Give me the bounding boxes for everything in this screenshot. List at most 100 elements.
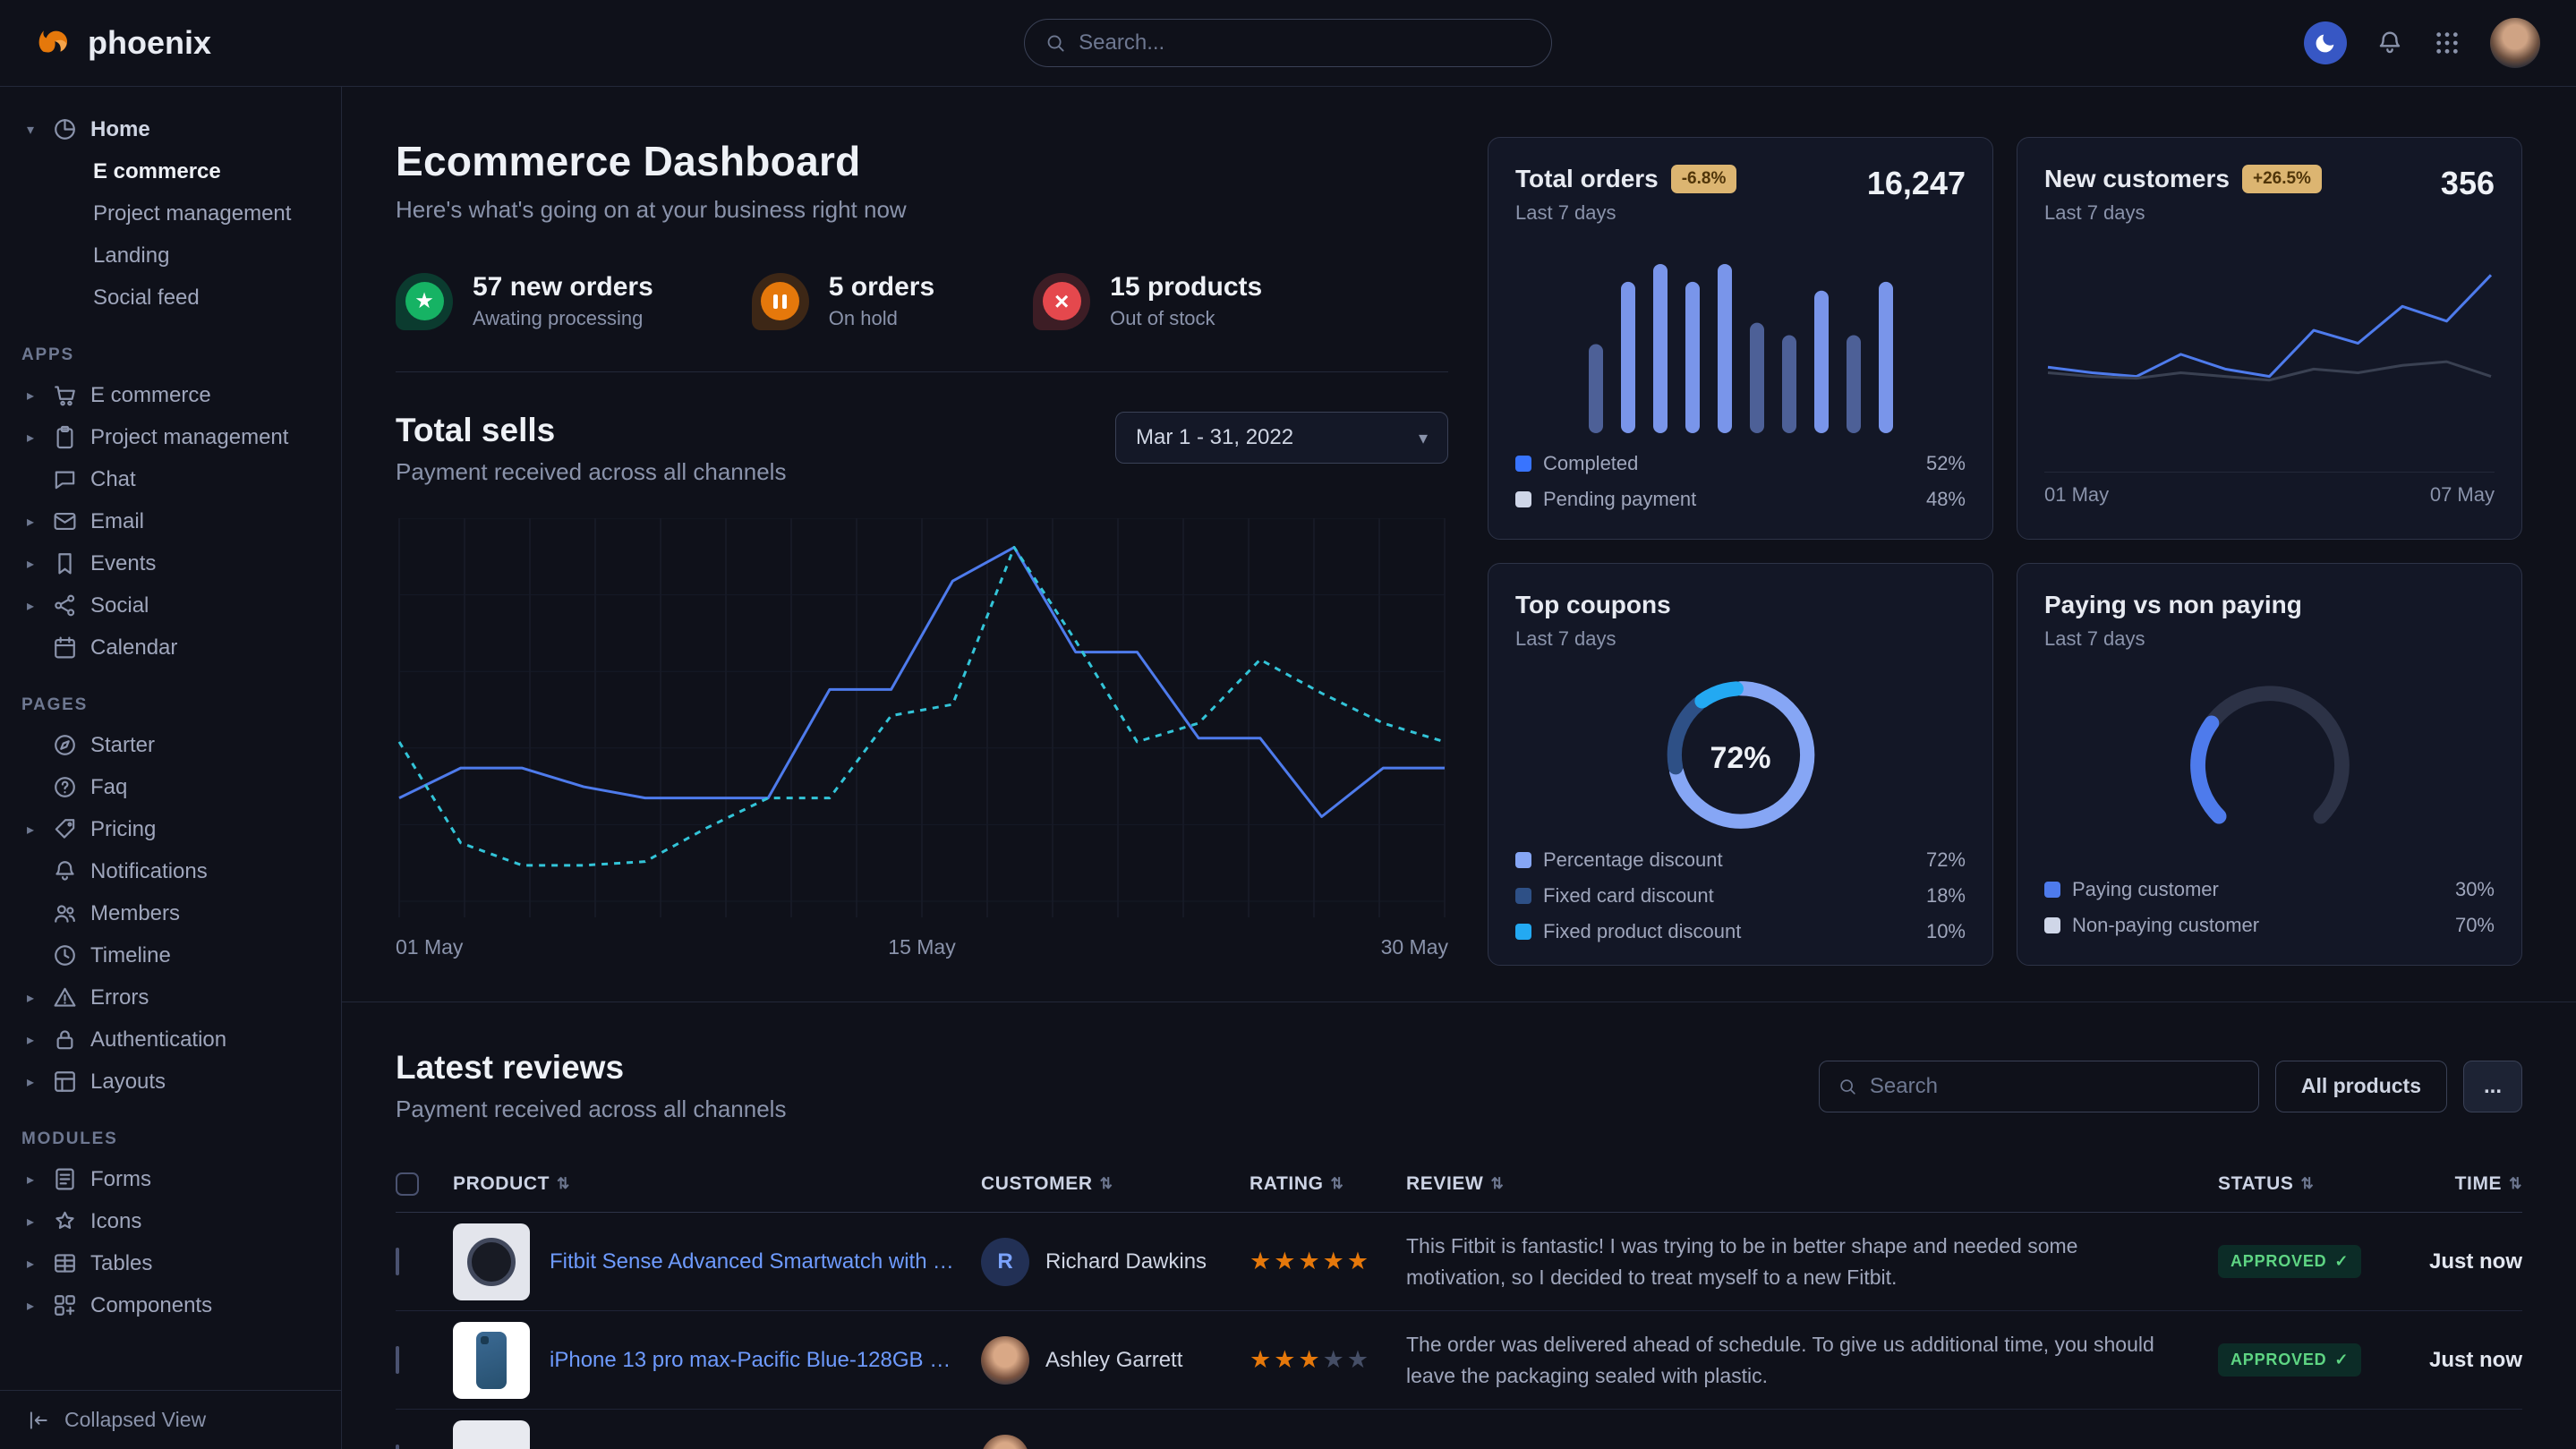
sidebar-item-email[interactable]: ▸ Email (0, 500, 341, 542)
row-checkbox[interactable] (396, 1248, 399, 1275)
sidebar-item-pricing[interactable]: ▸ Pricing (0, 808, 341, 850)
layout-grid-icon (52, 1069, 78, 1095)
reviews-search-bar[interactable] (1819, 1061, 2259, 1112)
sidebar-item-ecommerce-app[interactable]: ▸ E commerce (0, 374, 341, 416)
column-rating[interactable]: RATING⇅ (1250, 1173, 1406, 1195)
components-icon (52, 1292, 78, 1318)
chevron-right-icon: ▸ (21, 821, 39, 839)
rating-stars: ★★★★★ (1250, 1248, 1406, 1275)
row-checkbox[interactable] (396, 1445, 399, 1449)
chat-icon (52, 466, 78, 492)
sidebar-item-project-management-dashboard[interactable]: Project management (0, 192, 341, 234)
global-search-bar[interactable] (1024, 19, 1552, 67)
page-title: Ecommerce Dashboard (396, 137, 1448, 185)
paying-vs-nonpaying-card: Paying vs non paying Last 7 days Paying … (2017, 563, 2522, 966)
new-orders-blob: ★ (396, 273, 453, 330)
customer-avatar (981, 1336, 1029, 1385)
search-icon (1838, 1076, 1857, 1097)
global-search-input[interactable] (1079, 30, 1531, 55)
column-review[interactable]: REVIEW⇅ (1406, 1173, 2218, 1195)
total-sells-title: Total sells (396, 412, 786, 449)
legend-completed: Completed 52% (1515, 446, 1966, 482)
top-coupons-card: Top coupons Last 7 days 72% Percentage d… (1488, 563, 1993, 966)
chevron-right-icon: ▸ (21, 387, 39, 405)
legend-nonpaying-customer: Non-paying customer 70% (2044, 908, 2495, 943)
sidebar-item-landing[interactable]: Landing (0, 234, 341, 277)
sidebar-section-apps: APPS (21, 345, 320, 365)
clipboard-icon (52, 424, 78, 450)
chevron-right-icon: ▸ (21, 555, 39, 573)
chevron-right-icon: ▸ (21, 429, 39, 447)
sidebar-item-notifications[interactable]: Notifications (0, 850, 341, 892)
sidebar-item-chat[interactable]: Chat (0, 458, 341, 500)
total-orders-value: 16,247 (1867, 165, 1966, 202)
sidebar-item-forms[interactable]: ▸ Forms (0, 1158, 341, 1200)
sidebar-item-social-feed[interactable]: Social feed (0, 277, 341, 319)
sidebar-section-modules: MODULES (21, 1129, 320, 1149)
sidebar-item-faq[interactable]: Faq (0, 766, 341, 808)
user-avatar[interactable] (2490, 18, 2540, 68)
x-icon: × (1043, 282, 1081, 320)
sidebar-item-icons[interactable]: ▸ Icons (0, 1200, 341, 1242)
sidebar-item-members[interactable]: Members (0, 892, 341, 934)
sidebar-item-events[interactable]: ▸ Events (0, 542, 341, 584)
sort-icon: ⇅ (557, 1175, 570, 1193)
review-time: Just now (2401, 1348, 2522, 1373)
apps-grid-button[interactable] (2433, 29, 2461, 57)
product-link[interactable]: Fitbit Sense Advanced Smartwatch with To… (550, 1249, 954, 1274)
new-customers-x-labels: 01 May 07 May (2044, 472, 2495, 507)
date-range-select[interactable]: Mar 1 - 31, 2022 ▾ (1115, 412, 1448, 464)
sidebar-item-ecommerce-dashboard[interactable]: E commerce (0, 150, 341, 192)
sidebar-item-authentication[interactable]: ▸ Authentication (0, 1019, 341, 1061)
new-customers-card: New customers +26.5% Last 7 days 356 01 … (2017, 137, 2522, 540)
sidebar-section-pages: PAGES (21, 695, 320, 715)
sidebar-item-starter[interactable]: Starter (0, 724, 341, 766)
chevron-right-icon: ▸ (21, 989, 39, 1007)
new-customers-badge: +26.5% (2242, 165, 2322, 193)
theme-toggle-button[interactable] (2304, 21, 2347, 64)
review-row-1: Fitbit Sense Advanced Smartwatch with To… (396, 1213, 2522, 1311)
sidebar-item-tables[interactable]: ▸ Tables (0, 1242, 341, 1284)
star-icon (52, 1208, 78, 1234)
chevron-right-icon: ▸ (21, 1073, 39, 1091)
kpi-cards-grid: Total orders -6.8% Last 7 days 16,247 Co… (1488, 137, 2522, 966)
chevron-right-icon: ▸ (21, 1213, 39, 1231)
brand-logo[interactable]: phoenix (36, 23, 211, 63)
grid-icon (2433, 29, 2461, 57)
paying-gauge-chart (2162, 670, 2377, 840)
select-all-checkbox[interactable] (396, 1172, 419, 1196)
sidebar-item-errors[interactable]: ▸ Errors (0, 976, 341, 1019)
product-thumbnail-iphone (453, 1322, 530, 1399)
sidebar: ▾ Home E commerce Project management Lan… (0, 87, 342, 1449)
notifications-button[interactable] (2376, 29, 2404, 57)
column-customer[interactable]: CUSTOMER⇅ (981, 1173, 1250, 1195)
on-hold-blob (752, 273, 809, 330)
stat-out-of-stock: × 15 products Out of stock (1033, 272, 1262, 330)
column-time[interactable]: TIME⇅ (2401, 1173, 2522, 1195)
collapsed-view-toggle[interactable]: Collapsed View (0, 1390, 341, 1449)
stat-orders-on-hold: 5 orders On hold (752, 272, 934, 330)
moon-icon (2313, 30, 2338, 55)
brand-name: phoenix (88, 24, 211, 62)
column-status[interactable]: STATUS⇅ (2218, 1173, 2401, 1195)
sidebar-item-project-management-app[interactable]: ▸ Project management (0, 416, 341, 458)
product-link[interactable]: iPhone 13 pro max-Pacific Blue-128GB sto… (550, 1348, 954, 1373)
all-products-button[interactable]: All products (2275, 1061, 2447, 1112)
column-product[interactable]: PRODUCT⇅ (453, 1173, 981, 1195)
row-checkbox[interactable] (396, 1346, 399, 1374)
clock-icon (52, 942, 78, 968)
review-time: Just now (2401, 1249, 2522, 1274)
reviews-search-input[interactable] (1870, 1074, 2240, 1099)
sidebar-item-calendar[interactable]: Calendar (0, 626, 341, 669)
page-subtitle: Here's what's going on at your business … (396, 196, 1448, 224)
sidebar-item-timeline[interactable]: Timeline (0, 934, 341, 976)
top-coupons-donut-chart: 72% (1653, 674, 1829, 842)
mail-icon (52, 508, 78, 534)
legend-percentage-discount: Percentage discount 72% (1515, 842, 1966, 878)
sidebar-item-social[interactable]: ▸ Social (0, 584, 341, 626)
sidebar-item-layouts[interactable]: ▸ Layouts (0, 1061, 341, 1103)
phoenix-logo-icon (36, 23, 75, 63)
sidebar-item-components[interactable]: ▸ Components (0, 1284, 341, 1326)
sidebar-item-home[interactable]: ▾ Home (0, 108, 341, 150)
more-options-button[interactable]: ... (2463, 1061, 2522, 1112)
